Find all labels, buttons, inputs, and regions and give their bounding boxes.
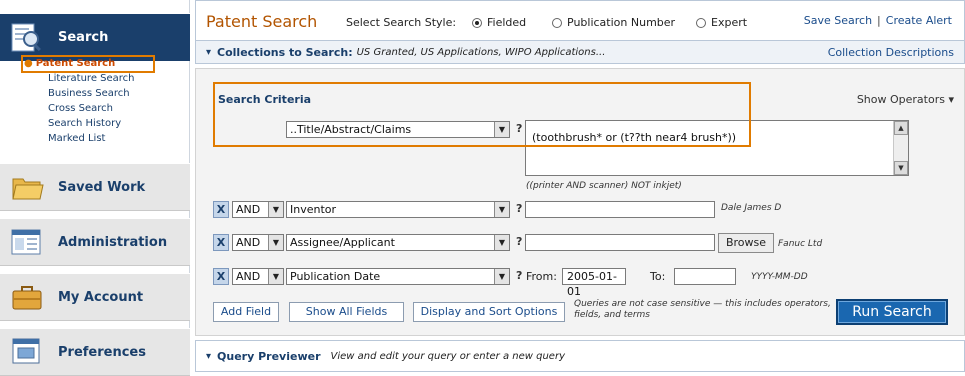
dropdown-arrow-icon: ▼ — [494, 235, 509, 250]
save-search-link[interactable]: Save Search — [804, 14, 872, 27]
remove-row-button[interactable]: X — [213, 234, 229, 251]
help-icon[interactable]: ? — [516, 235, 522, 248]
nav-section-preferences[interactable]: Preferences — [0, 328, 190, 376]
dropdown-arrow-icon: ▼ — [268, 269, 283, 284]
show-operators-toggle[interactable]: Show Operators ▾ — [857, 93, 954, 106]
scroll-up-icon[interactable]: ▲ — [894, 121, 908, 135]
link-separator: | — [877, 14, 881, 27]
briefcase-icon — [10, 281, 44, 313]
collections-bar: ▾ Collections to Search: US Granted, US … — [195, 40, 965, 64]
nav-label-administration: Administration — [58, 234, 168, 250]
remove-row-button[interactable]: X — [213, 201, 229, 218]
help-icon[interactable]: ? — [516, 269, 522, 282]
radio-fielded-label: Fielded — [487, 16, 527, 29]
field-select-inventor[interactable]: Inventor ▼ — [286, 201, 510, 218]
style-option-fielded[interactable]: Fielded — [472, 16, 526, 29]
date-format-hint: YYYY-MM-DD — [751, 272, 808, 282]
field-select-publication-date[interactable]: Publication Date ▼ — [286, 268, 510, 285]
dropdown-arrow-icon: ▼ — [268, 235, 283, 250]
operator-select[interactable]: AND ▼ — [232, 234, 284, 251]
to-label: To: — [650, 270, 666, 283]
nav-section-saved-work[interactable]: Saved Work — [0, 163, 190, 211]
query-previewer-hint: View and edit your query or enter a new … — [330, 350, 566, 362]
collapse-chevron-icon[interactable]: ▾ — [206, 47, 211, 58]
run-search-button[interactable]: Run Search — [836, 299, 948, 325]
query-example-hint: ((printer AND scanner) NOT inkjet) — [526, 181, 682, 191]
from-label: From: — [526, 270, 557, 283]
remove-row-button[interactable]: X — [213, 268, 229, 285]
operator-value: AND — [236, 270, 261, 283]
style-option-publication-number[interactable]: Publication Number — [552, 16, 675, 29]
display-sort-options-button[interactable]: Display and Sort Options — [413, 302, 565, 322]
nav-section-my-account[interactable]: My Account — [0, 273, 190, 321]
nav-label-saved-work: Saved Work — [58, 179, 146, 195]
show-all-fields-button[interactable]: Show All Fields — [289, 302, 404, 322]
query-previewer-label[interactable]: Query Previewer — [217, 350, 320, 363]
folder-icon — [10, 171, 44, 203]
radio-publication-number-label: Publication Number — [567, 16, 676, 29]
operator-select[interactable]: AND ▼ — [232, 268, 284, 285]
sidebar: Search ● Patent Search Literature Search … — [0, 0, 190, 376]
style-option-expert[interactable]: Expert — [696, 16, 747, 29]
nav-section-administration[interactable]: Administration — [0, 218, 190, 266]
add-field-button[interactable]: Add Field — [213, 302, 279, 322]
sub-item-search-history[interactable]: Search History — [24, 116, 190, 131]
search-document-icon — [10, 22, 44, 54]
collapse-chevron-icon[interactable]: ▾ — [206, 351, 211, 362]
to-date-input[interactable] — [674, 268, 736, 285]
preferences-window-icon — [10, 336, 44, 368]
main-content: Patent Search Select Search Style: Field… — [195, 0, 965, 372]
expand-chevron-icon: ▾ — [948, 93, 954, 106]
collections-label[interactable]: Collections to Search: — [217, 46, 353, 59]
operator-value: AND — [236, 203, 261, 216]
search-criteria-highlight — [213, 82, 751, 147]
sub-item-business-search[interactable]: Business Search — [24, 86, 190, 101]
assignee-input[interactable] — [525, 234, 715, 251]
operator-select[interactable]: AND ▼ — [232, 201, 284, 218]
radio-expert-label: Expert — [711, 16, 748, 29]
scroll-down-icon[interactable]: ▼ — [894, 161, 908, 175]
field-select-value: Publication Date — [290, 270, 381, 283]
dropdown-arrow-icon: ▼ — [268, 202, 283, 217]
nav-label-my-account: My Account — [58, 289, 144, 305]
dropdown-arrow-icon: ▼ — [494, 202, 509, 217]
search-criteria-panel: Search Criteria Show Operators ▾ ..Title… — [195, 68, 965, 336]
radio-expert[interactable] — [696, 17, 706, 28]
nav-label-search: Search — [58, 30, 109, 45]
nav-section-search[interactable]: Search — [0, 13, 190, 61]
patent-search-highlight — [21, 55, 155, 73]
admin-panel-icon — [10, 226, 44, 258]
radio-publication-number[interactable] — [552, 17, 562, 28]
from-date-input[interactable]: 2005-01-01 — [562, 268, 626, 298]
sub-item-literature-search[interactable]: Literature Search — [24, 71, 190, 86]
sub-item-cross-search[interactable]: Cross Search — [24, 101, 190, 116]
case-sensitivity-note: Queries are not case sensitive — this in… — [574, 299, 831, 320]
top-links: Save Search | Create Alert — [804, 14, 952, 27]
query-previewer-bar: ▾ Query Previewer View and edit your que… — [195, 340, 965, 372]
show-operators-label: Show Operators — [856, 93, 945, 106]
assignee-example-hint: Fanuc Ltd — [778, 239, 823, 249]
nav-label-preferences: Preferences — [58, 344, 146, 360]
collections-value: US Granted, US Applications, WIPO Applic… — [356, 46, 606, 58]
field-select-value: Inventor — [290, 203, 337, 216]
browse-button[interactable]: Browse — [718, 233, 774, 253]
inventor-input[interactable] — [525, 201, 715, 218]
radio-fielded[interactable] — [472, 17, 482, 28]
inventor-example-hint: Dale James D — [721, 203, 782, 213]
field-select-value: Assignee/Applicant — [290, 236, 395, 249]
sub-item-marked-list[interactable]: Marked List — [24, 131, 190, 146]
textarea-scrollbar[interactable]: ▲ ▼ — [893, 121, 908, 175]
field-select-assignee[interactable]: Assignee/Applicant ▼ — [286, 234, 510, 251]
operator-value: AND — [236, 236, 261, 249]
collection-descriptions-link[interactable]: Collection Descriptions — [828, 46, 954, 59]
page-title: Patent Search — [206, 12, 318, 31]
top-bar: Patent Search Select Search Style: Field… — [195, 0, 965, 40]
help-icon[interactable]: ? — [516, 202, 522, 215]
search-style-label: Select Search Style: — [346, 16, 457, 29]
dropdown-arrow-icon: ▼ — [494, 269, 509, 284]
create-alert-link[interactable]: Create Alert — [886, 14, 952, 27]
